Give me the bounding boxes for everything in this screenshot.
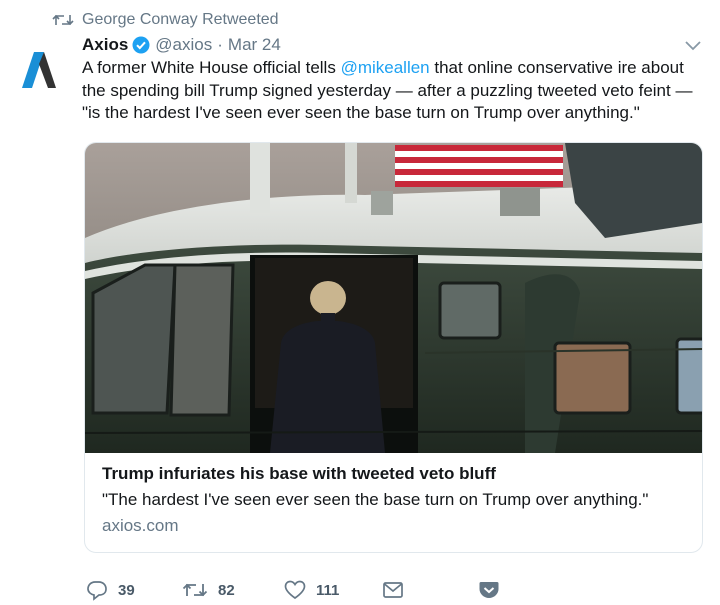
card-body: Trump infuriates his base with tweeted v… bbox=[102, 463, 692, 537]
tweet-header: Axios @axios · Mar 24 bbox=[82, 34, 281, 56]
reply-icon bbox=[86, 579, 108, 601]
mention-link[interactable]: @mikeallen bbox=[341, 58, 430, 77]
retweet-action-icon bbox=[182, 580, 208, 600]
author-handle[interactable]: @axios bbox=[155, 35, 212, 55]
tweet-date[interactable]: Mar 24 bbox=[228, 35, 281, 55]
like-button[interactable]: 111 bbox=[284, 577, 339, 603]
save-button[interactable] bbox=[478, 577, 500, 603]
pocket-icon bbox=[478, 580, 500, 600]
tweet-actions: 39 82 111 bbox=[86, 577, 506, 603]
card-description: "The hardest I've seen ever seen the bas… bbox=[102, 490, 649, 509]
reply-button[interactable]: 39 bbox=[86, 577, 135, 603]
header-separator: · bbox=[217, 35, 223, 54]
retweet-context[interactable]: George Conway Retweeted bbox=[52, 10, 279, 30]
retweet-button[interactable]: 82 bbox=[182, 577, 235, 603]
author-name[interactable]: Axios bbox=[82, 35, 128, 55]
reply-count: 39 bbox=[118, 581, 135, 599]
card-image bbox=[85, 143, 702, 453]
card-domain: axios.com bbox=[102, 516, 179, 535]
chevron-down-icon[interactable] bbox=[684, 38, 702, 52]
card-title: Trump infuriates his base with tweeted v… bbox=[102, 464, 496, 483]
envelope-icon bbox=[382, 581, 404, 599]
tweet-text: A former White House official tells @mik… bbox=[82, 57, 712, 125]
verified-badge-icon bbox=[132, 36, 150, 54]
retweet-context-label: George Conway Retweeted bbox=[82, 11, 279, 28]
retweet-icon bbox=[52, 10, 76, 30]
retweet-count: 82 bbox=[218, 581, 235, 599]
like-count: 111 bbox=[316, 581, 340, 599]
axios-logo-avatar[interactable] bbox=[16, 46, 62, 94]
direct-message-button[interactable] bbox=[382, 577, 404, 603]
heart-icon bbox=[284, 580, 306, 600]
tweet-text-part-1: A former White House official tells bbox=[82, 58, 341, 77]
link-card[interactable]: Trump infuriates his base with tweeted v… bbox=[84, 142, 703, 553]
